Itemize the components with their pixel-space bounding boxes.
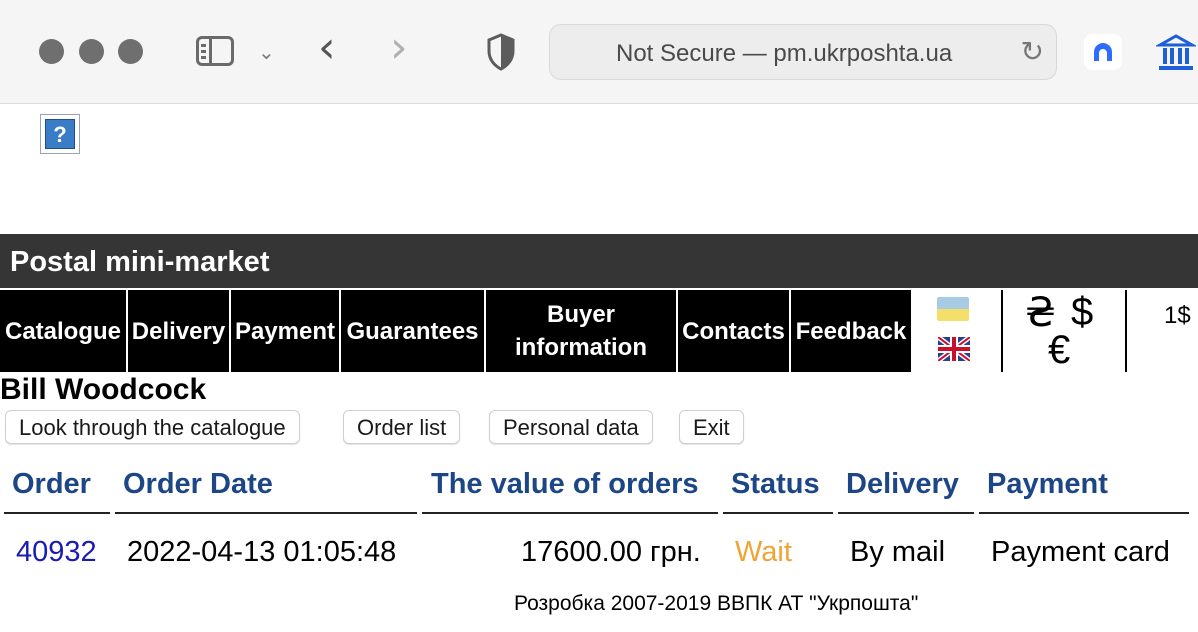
minimize-window-button[interactable] <box>79 39 104 64</box>
bank-icon[interactable] <box>1156 32 1196 72</box>
column-header-delivery: Delivery <box>846 468 959 500</box>
menu-buyer-information[interactable]: Buyer information <box>486 290 678 372</box>
ukraine-flag-icon[interactable] <box>937 297 969 321</box>
header-underline <box>115 512 417 514</box>
column-header-date: Order Date <box>123 468 273 500</box>
payment-method: Payment card <box>991 536 1170 568</box>
header-underline <box>723 512 833 514</box>
language-selector <box>913 290 1001 372</box>
personal-data-button[interactable]: Personal data <box>489 410 653 444</box>
back-arrow-icon[interactable]: ‹ <box>318 22 336 73</box>
order-date: 2022-04-13 01:05:48 <box>127 536 397 568</box>
delivery-method: By mail <box>850 536 946 568</box>
menu-guarantees[interactable]: Guarantees <box>341 290 486 372</box>
shield-icon[interactable] <box>486 33 516 71</box>
exchange-rate: 1$ <box>1164 302 1191 329</box>
currency-eur[interactable]: € <box>1048 328 1070 373</box>
header-underline <box>838 512 974 514</box>
menu-delivery[interactable]: Delivery <box>128 290 231 372</box>
order-number-link[interactable]: 40932 <box>16 536 97 569</box>
menu-catalogue[interactable]: Catalogue <box>0 290 128 372</box>
broken-image-icon: ? <box>40 114 80 154</box>
column-header-order: Order <box>12 468 91 500</box>
menu-contacts[interactable]: Contacts <box>678 290 791 372</box>
menu-payment[interactable]: Payment <box>231 290 341 372</box>
url-text: Not Secure — pm.ukrposhta.ua <box>616 40 953 67</box>
sidebar-icon[interactable] <box>196 36 234 66</box>
column-header-status: Status <box>731 468 820 500</box>
order-list-button[interactable]: Order list <box>343 410 461 444</box>
address-bar[interactable]: Not Secure — pm.ukrposhta.ua ↻ <box>549 24 1057 80</box>
status-badge: Wait <box>735 536 792 568</box>
site-title: Postal mini-market <box>0 234 1198 288</box>
browser-toolbar: ⌄ ‹ › Not Secure — pm.ukrposhta.ua ↻ <box>0 0 1198 104</box>
header-underline <box>422 512 718 514</box>
order-value: 17600.00 грн. <box>521 536 701 568</box>
main-menu: Catalogue Delivery Payment Guarantees Bu… <box>0 290 913 372</box>
column-header-value: The value of orders <box>431 468 699 500</box>
chevron-down-icon[interactable]: ⌄ <box>258 40 275 65</box>
header-underline <box>979 512 1189 514</box>
exit-button[interactable]: Exit <box>679 410 744 444</box>
currency-usd[interactable]: $ <box>1071 290 1093 335</box>
uk-flag-icon[interactable] <box>938 337 970 361</box>
close-window-button[interactable] <box>39 39 64 64</box>
forward-arrow-icon[interactable]: › <box>390 22 408 73</box>
column-header-payment: Payment <box>987 468 1108 500</box>
extension-icon[interactable] <box>1084 34 1122 70</box>
catalogue-button[interactable]: Look through the catalogue <box>5 410 300 444</box>
user-name: Bill Woodcock <box>0 373 207 406</box>
header-underline <box>4 512 110 514</box>
zoom-window-button[interactable] <box>118 39 143 64</box>
reload-icon[interactable]: ↻ <box>1021 35 1044 68</box>
footer-copyright: Розробка 2007-2019 ВВПК АТ "Укрпошта" <box>514 592 919 615</box>
menu-feedback[interactable]: Feedback <box>791 290 913 372</box>
divider <box>1125 290 1127 372</box>
currency-selector: ₴ $ € <box>1003 284 1125 372</box>
